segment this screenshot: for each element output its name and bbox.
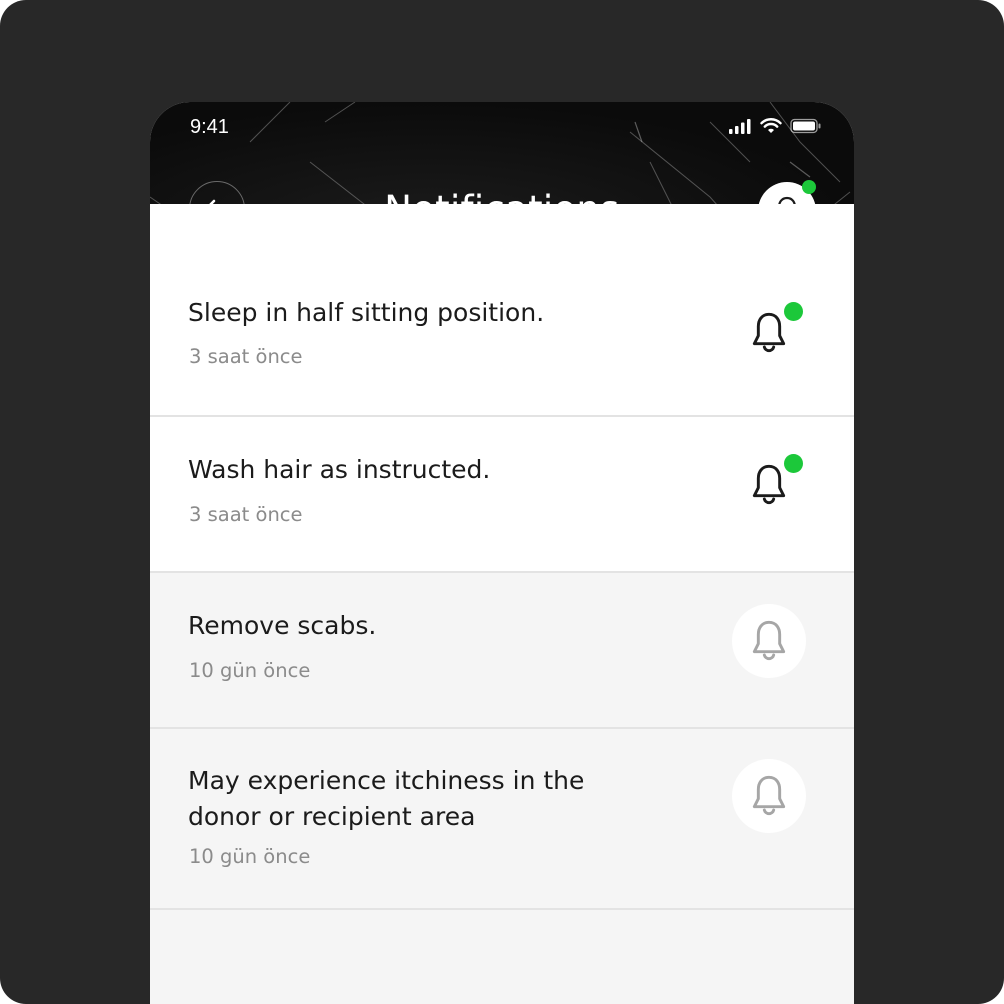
notification-title: Remove scabs. [188, 611, 377, 640]
bell-icon [752, 620, 786, 661]
notifications-sheet: Sleep in half sitting position. 3 saat ön… [150, 204, 854, 1004]
notification-item[interactable]: May experience itchiness in the donor or… [150, 729, 854, 910]
signal-icon [729, 119, 751, 134]
notification-item[interactable]: Sleep in half sitting position. 3 saat ön… [150, 204, 854, 417]
notification-bell-button[interactable] [732, 604, 806, 678]
notification-title: May experience itchiness in the donor or… [188, 766, 585, 831]
status-bar: 9:41 [150, 102, 854, 156]
notification-title: Wash hair as instructed. [188, 455, 491, 484]
status-icons [728, 118, 822, 134]
notifications-list: Sleep in half sitting position. 3 saat ön… [150, 204, 854, 910]
bell-icon [752, 775, 786, 816]
notification-bell-button[interactable] [732, 448, 806, 522]
status-time: 9:41 [190, 116, 229, 138]
bell-icon [752, 464, 786, 505]
notification-item[interactable]: Wash hair as instructed. 3 saat önce [150, 417, 854, 573]
notification-item[interactable]: Remove scabs. 10 gün önce [150, 573, 854, 729]
app-frame: 9:41 Sleep in half sitting position. 3 s… [0, 0, 1004, 1004]
bell-icon [752, 312, 786, 353]
notification-time: 3 saat önce [189, 503, 303, 526]
notification-bell-button[interactable] [732, 296, 806, 370]
notification-time: 3 saat önce [189, 345, 303, 368]
header-unread-dot [802, 180, 816, 194]
unread-dot [784, 302, 803, 321]
notification-bell-button[interactable] [732, 759, 806, 833]
notification-time: 10 gün önce [189, 845, 311, 868]
unread-dot [784, 454, 803, 473]
wifi-icon [760, 118, 782, 133]
battery-icon [790, 118, 821, 134]
notification-title: Sleep in half sitting position. [188, 298, 545, 327]
phone-screen: 9:41 Sleep in half sitting position. 3 s… [150, 102, 854, 1004]
notification-time: 10 gün önce [189, 659, 311, 682]
